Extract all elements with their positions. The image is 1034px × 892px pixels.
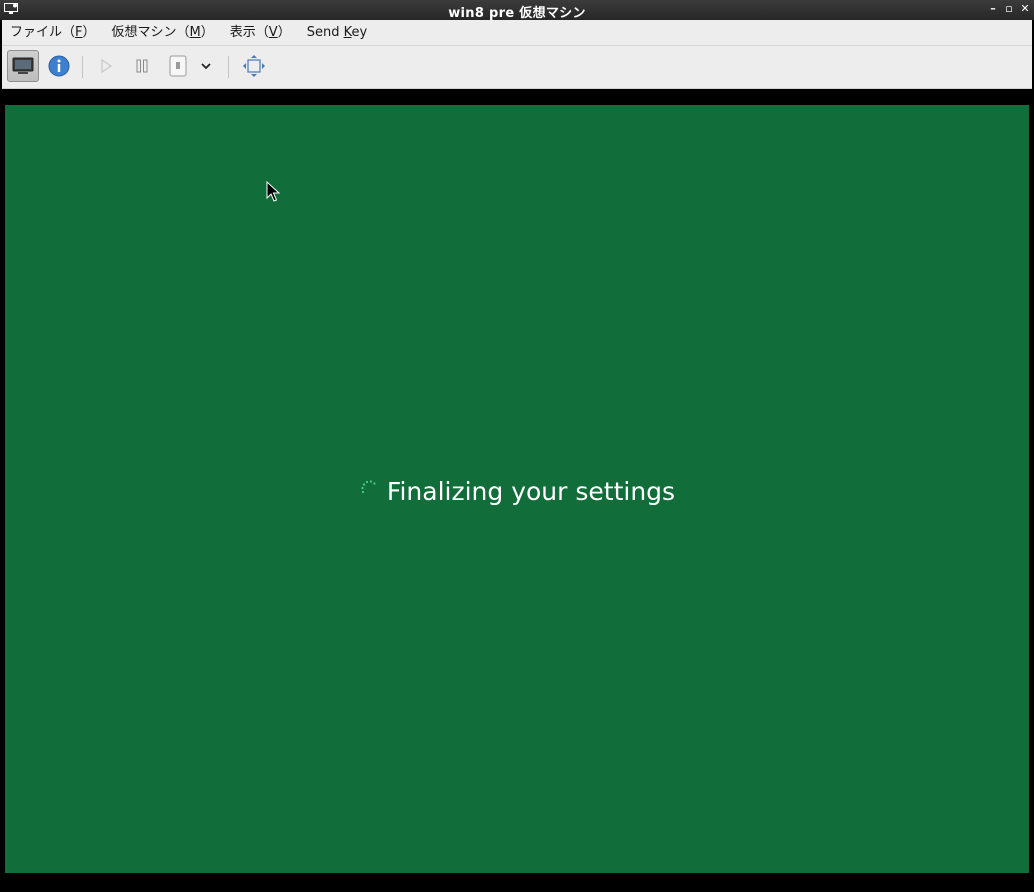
maximize-button[interactable]: ▫ [1004,2,1014,16]
vm-window: ファイル（F） 仮想マシン（M） 表示（V） Send Key Finalizi… [2,20,1032,890]
pause-button[interactable] [126,50,158,82]
close-button[interactable]: ✕ [1020,2,1030,16]
vm-display-area[interactable]: Finalizing your settings [2,89,1032,890]
details-button[interactable] [43,50,75,82]
menu-bar: ファイル（F） 仮想マシン（M） 表示（V） Send Key [2,20,1032,46]
run-button[interactable] [90,50,122,82]
console-button[interactable] [7,50,39,82]
fullscreen-button[interactable] [238,50,270,82]
menu-view[interactable]: 表示（V） [222,20,299,45]
toolbar [2,46,1032,89]
shutdown-button[interactable] [162,50,194,82]
loading-spinner-icon [361,479,376,493]
mouse-cursor-icon [266,181,280,202]
chevron-down-icon [201,63,211,70]
fullscreen-arrows-icon [243,55,265,77]
pause-icon [136,59,148,73]
window-title: win8 pre 仮想マシン [448,6,586,21]
menu-send-key[interactable]: Send Key [299,20,375,45]
minimize-button[interactable]: – [988,2,998,16]
toolbar-separator [82,56,83,78]
setup-status: Finalizing your settings [5,477,1029,506]
shutdown-menu-button[interactable] [196,50,216,82]
play-icon [101,58,113,74]
guest-screen[interactable]: Finalizing your settings [5,105,1029,873]
info-icon [48,55,70,77]
toolbar-separator [228,56,229,78]
status-text: Finalizing your settings [386,477,676,506]
power-switch-icon [169,55,187,77]
title-bar[interactable]: win8 pre 仮想マシン – ▫ ✕ [0,0,1034,21]
menu-file[interactable]: ファイル（F） [2,20,104,45]
menu-virtual-machine[interactable]: 仮想マシン（M） [104,20,222,45]
monitor-icon [12,57,34,74]
